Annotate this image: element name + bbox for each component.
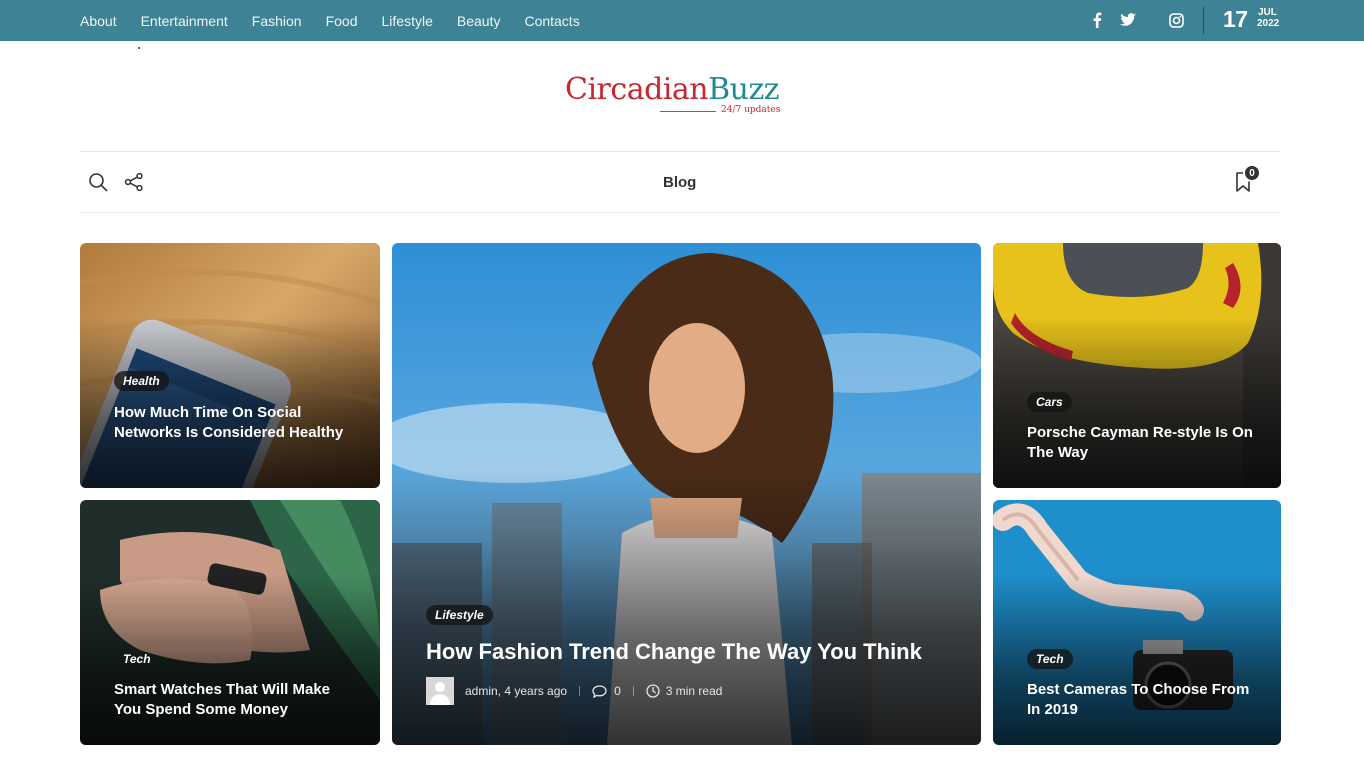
post-meta: admin, 4 years ago 0 3 min read	[426, 677, 722, 705]
category-tag[interactable]: Tech	[1027, 649, 1073, 669]
post-author-date[interactable]: admin, 4 years ago	[465, 684, 567, 698]
date-day: 17	[1223, 6, 1248, 32]
top-bar: About Entertainment Fashion Food Lifesty…	[0, 0, 1364, 41]
logo-tagline: 24/7 updates	[721, 105, 781, 115]
nav-contacts[interactable]: Contacts	[524, 13, 579, 29]
bookmark-count-badge: 0	[1243, 164, 1261, 182]
comment-icon[interactable]	[592, 684, 607, 698]
top-nav: About Entertainment Fashion Food Lifesty…	[80, 0, 604, 41]
post-card-social-networks[interactable]: Health How Much Time On Social Networks …	[80, 243, 380, 488]
logo-wordmark: CircadianBuzz	[565, 72, 795, 107]
facebook-icon[interactable]	[1088, 11, 1106, 29]
category-tag[interactable]: Cars	[1027, 392, 1072, 412]
logo-part2: Buzz	[708, 72, 780, 107]
comment-count[interactable]: 0	[614, 684, 621, 698]
hero-post-title[interactable]: How Fashion Trend Change The Way You Thi…	[426, 639, 922, 665]
search-icon[interactable]	[87, 171, 109, 193]
header-divider-top	[80, 151, 1280, 152]
category-tag[interactable]: Health	[114, 371, 169, 391]
date-year: 2022	[1257, 18, 1280, 29]
nav-entertainment[interactable]: Entertainment	[141, 13, 228, 29]
nav-about[interactable]: About	[80, 13, 117, 29]
instagram-icon[interactable]	[1167, 11, 1185, 29]
logo-part1: Circadian	[565, 72, 709, 107]
post-card-smart-watches[interactable]: Tech Smart Watches That Will Make You Sp…	[80, 500, 380, 745]
post-title[interactable]: Porsche Cayman Re-style Is On The Way	[1027, 423, 1257, 462]
decorative-dot	[138, 47, 140, 49]
author-avatar[interactable]	[426, 677, 454, 705]
post-title[interactable]: How Much Time On Social Networks Is Cons…	[114, 403, 354, 442]
post-title[interactable]: Smart Watches That Will Make You Spend S…	[114, 680, 354, 719]
date-month: JUL	[1258, 7, 1277, 18]
logo-underline	[660, 111, 716, 112]
nav-food[interactable]: Food	[326, 13, 358, 29]
header-divider-bottom	[80, 212, 1280, 213]
clock-icon	[646, 684, 660, 698]
share-icon[interactable]	[123, 171, 145, 193]
read-time: 3 min read	[665, 684, 723, 698]
nav-fashion[interactable]: Fashion	[252, 13, 302, 29]
meta-separator	[632, 686, 634, 696]
meta-separator	[579, 686, 581, 696]
page-title: Blog	[663, 174, 697, 191]
post-title[interactable]: Best Cameras To Choose From In 2019	[1027, 680, 1257, 719]
hero-post-card[interactable]: Lifestyle How Fashion Trend Change The W…	[392, 243, 981, 745]
nav-lifestyle[interactable]: Lifestyle	[382, 13, 433, 29]
post-card-cameras[interactable]: Tech Best Cameras To Choose From In 2019	[993, 500, 1281, 745]
twitter-icon[interactable]	[1119, 11, 1137, 29]
site-logo[interactable]: CircadianBuzz 24/7 updates	[565, 72, 795, 122]
nav-beauty[interactable]: Beauty	[457, 13, 501, 29]
date-divider	[1203, 7, 1204, 34]
post-card-porsche[interactable]: Cars Porsche Cayman Re-style Is On The W…	[993, 243, 1281, 488]
category-tag[interactable]: Tech	[114, 649, 160, 669]
category-tag[interactable]: Lifestyle	[426, 605, 493, 625]
